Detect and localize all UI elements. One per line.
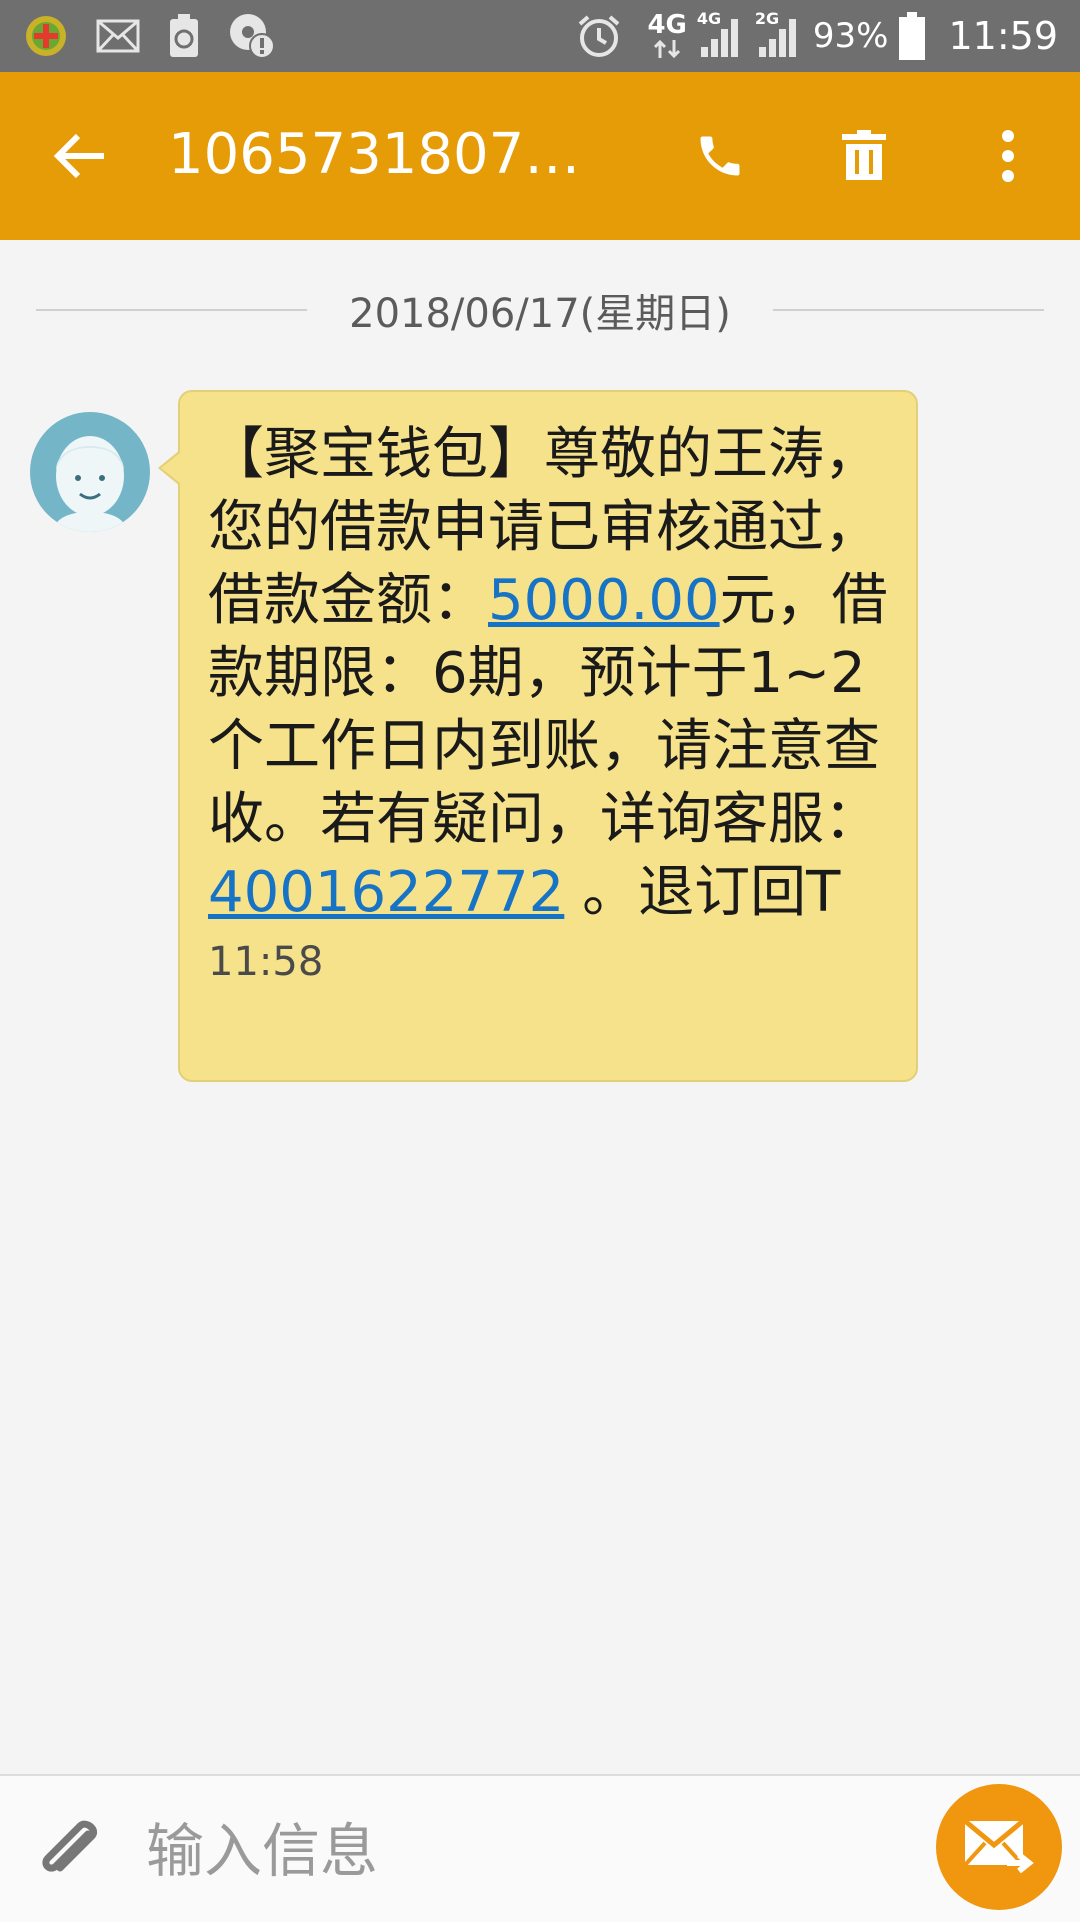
alarm-icon [579, 15, 620, 57]
app-notification-icon [26, 16, 66, 56]
data-arrows-icon [654, 39, 681, 59]
battery-percent: 93% [812, 16, 889, 56]
divider [36, 309, 308, 311]
delete-button[interactable] [824, 116, 904, 196]
amount-link[interactable]: 5000.00 [488, 568, 720, 633]
call-button[interactable] [680, 116, 760, 196]
date-separator: 2018/06/17(星期日) [36, 280, 1045, 340]
person-icon [52, 436, 128, 532]
battery-icon [899, 12, 926, 60]
message-timestamp: 11:58 [208, 939, 324, 985]
sender-avatar[interactable] [30, 412, 150, 532]
more-options-button[interactable] [968, 116, 1048, 196]
phone-number-link[interactable]: 4001622772 [208, 860, 564, 925]
message-input[interactable] [146, 1816, 906, 1886]
network-type-indicator: 4G [647, 10, 687, 60]
status-bar: 4G 4G 2G 93% 11:59 [0, 0, 1080, 72]
send-button[interactable] [936, 1784, 1062, 1910]
signal-2g: 2G [755, 9, 803, 59]
location-alert-icon [230, 14, 275, 59]
phone-icon [700, 136, 740, 176]
more-vert-icon [1002, 130, 1014, 182]
back-arrow-icon [53, 133, 104, 179]
network-type-label: 4G [647, 10, 687, 40]
contact-title: 10657318076... [168, 122, 608, 187]
clock: 11:59 [948, 14, 1058, 58]
mail-icon [96, 19, 140, 53]
message-composer [0, 1774, 1080, 1922]
back-button[interactable] [48, 124, 112, 188]
conversation-date: 2018/06/17(星期日) [349, 291, 731, 337]
message-bubble[interactable]: 【聚宝钱包】尊敬的王涛，您的借款申请已审核通过，借款金额：5000.00元，借款… [158, 390, 918, 1082]
signal-2g-icon [758, 19, 796, 57]
message-text: 【聚宝钱包】尊敬的王涛，您的借款申请已审核通过，借款金额：5000.00元，借款… [208, 418, 890, 929]
trash-icon [842, 130, 886, 180]
send-mail-icon [963, 1819, 1034, 1874]
signal-4g-icon [700, 19, 738, 57]
divider [772, 309, 1045, 311]
battery-recycle-icon [170, 14, 198, 57]
signal-4g: 4G [697, 9, 745, 59]
app-bar: 10657318076... [0, 72, 1080, 240]
paperclip-icon [42, 1820, 97, 1872]
attach-button[interactable] [30, 1812, 110, 1892]
message-text-part3: 。退订回T [564, 860, 841, 925]
